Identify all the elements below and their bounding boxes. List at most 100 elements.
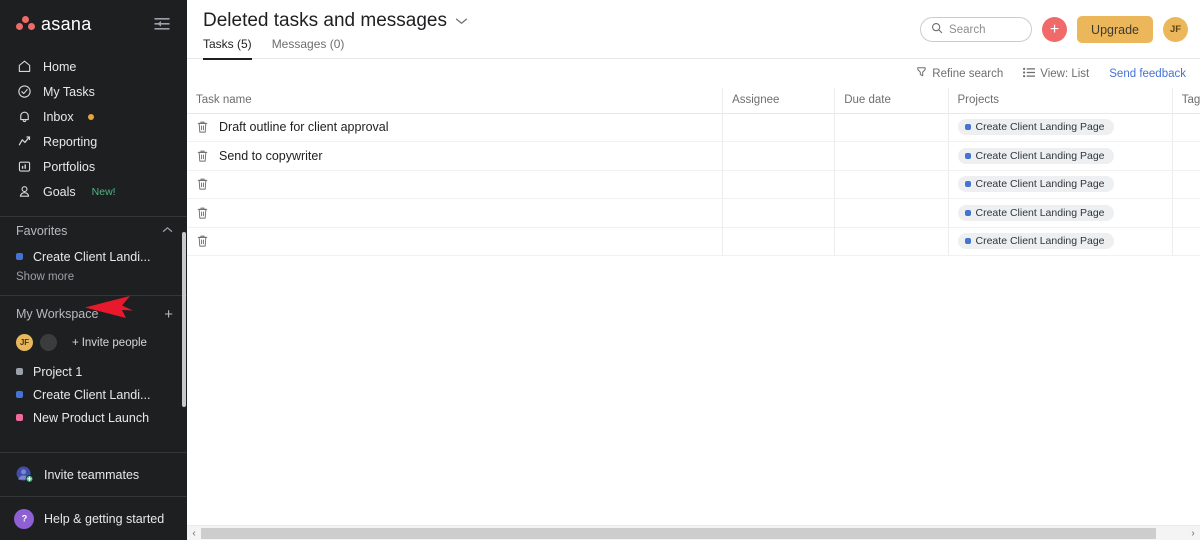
check-circle-icon bbox=[16, 84, 32, 100]
sidebar-item-label: My Tasks bbox=[43, 84, 95, 99]
project-chip[interactable]: Create Client Landing Page bbox=[957, 119, 1114, 136]
send-feedback-link[interactable]: Send feedback bbox=[1109, 68, 1186, 80]
help-getting-started-button[interactable]: ? Help & getting started bbox=[0, 496, 187, 540]
scrollbar-thumb[interactable] bbox=[201, 527, 1157, 539]
sidebar-item-goals[interactable]: Goals New! bbox=[0, 179, 187, 204]
cell-due-date[interactable] bbox=[834, 227, 949, 256]
cell-assignee[interactable] bbox=[722, 113, 836, 142]
search-input[interactable]: Search bbox=[920, 17, 1033, 42]
column-header-task-name[interactable]: Task name bbox=[187, 88, 724, 114]
invite-teammates-button[interactable]: Invite teammates bbox=[0, 452, 187, 496]
asana-app-window: asana Home My Tasks Inbox Reporting Port… bbox=[0, 0, 1200, 540]
trash-icon[interactable] bbox=[196, 120, 209, 134]
favorite-project-item[interactable]: Create Client Landi... bbox=[0, 245, 187, 268]
page-title: Deleted tasks and messages bbox=[203, 10, 447, 31]
invite-people-button[interactable]: + Invite people bbox=[72, 337, 147, 349]
table-row[interactable]: Draft outline for client approval Create … bbox=[187, 113, 1200, 142]
cell-projects[interactable]: Create Client Landing Page bbox=[948, 141, 1173, 171]
column-header-assignee[interactable]: Assignee bbox=[722, 88, 836, 114]
sidebar-item-portfolios[interactable]: Portfolios bbox=[0, 154, 187, 179]
cell-tags[interactable] bbox=[1172, 198, 1200, 228]
trash-icon[interactable] bbox=[196, 206, 209, 220]
cell-tags[interactable] bbox=[1172, 170, 1200, 199]
refine-search-button[interactable]: Refine search bbox=[916, 66, 1003, 81]
project-chip[interactable]: Create Client Landing Page bbox=[957, 147, 1114, 164]
cell-tags[interactable] bbox=[1172, 227, 1200, 256]
sidebar-project-item[interactable]: Project 1 bbox=[0, 360, 187, 383]
project-chip[interactable]: Create Client Landing Page bbox=[957, 176, 1114, 193]
cell-projects[interactable]: Create Client Landing Page bbox=[948, 113, 1173, 142]
scroll-left-arrow-icon[interactable]: ‹ bbox=[187, 526, 201, 540]
cell-projects[interactable]: Create Client Landing Page bbox=[948, 198, 1173, 228]
cell-tags[interactable] bbox=[1172, 113, 1200, 142]
add-workspace-item-icon[interactable]: + bbox=[164, 306, 173, 323]
tasks-table-container: Task name Assignee Due date Projects Tag… bbox=[187, 88, 1200, 540]
collapse-sidebar-icon[interactable] bbox=[151, 13, 173, 35]
cell-due-date[interactable] bbox=[834, 113, 949, 142]
chevron-up-icon[interactable] bbox=[162, 226, 173, 237]
horizontal-scrollbar[interactable]: ‹ › bbox=[187, 525, 1200, 540]
bell-icon bbox=[16, 109, 32, 125]
cell-projects[interactable]: Create Client Landing Page bbox=[948, 227, 1173, 256]
table-row[interactable]: Send to copywriter Create Client Landing … bbox=[187, 141, 1200, 171]
asana-logo[interactable]: asana bbox=[16, 14, 92, 35]
column-header-due-date[interactable]: Due date bbox=[834, 88, 949, 114]
favorites-section-header[interactable]: Favorites bbox=[0, 217, 187, 245]
sidebar-item-home[interactable]: Home bbox=[0, 54, 187, 79]
sidebar-scrollbar-thumb[interactable] bbox=[182, 232, 186, 407]
cell-task-name[interactable]: Draft outline for client approval bbox=[187, 113, 724, 142]
trash-icon[interactable] bbox=[196, 149, 209, 163]
cell-assignee[interactable] bbox=[722, 227, 836, 256]
cell-assignee[interactable] bbox=[722, 170, 836, 199]
cell-due-date[interactable] bbox=[834, 198, 949, 228]
cell-task-name[interactable] bbox=[187, 170, 724, 199]
table-row[interactable]: Create Client Landing Page bbox=[187, 227, 1200, 256]
cell-assignee[interactable] bbox=[722, 198, 836, 228]
column-header-tags[interactable]: Tags bbox=[1172, 88, 1200, 114]
chevron-down-icon[interactable] bbox=[455, 8, 468, 34]
inbox-unread-dot bbox=[87, 113, 94, 120]
workspace-members-row: JF + Invite people bbox=[0, 328, 187, 354]
goals-new-badge: New! bbox=[91, 185, 116, 198]
sidebar-divider-2 bbox=[0, 295, 187, 296]
upgrade-button[interactable]: Upgrade bbox=[1077, 16, 1153, 43]
tab-messages[interactable]: Messages (0) bbox=[272, 37, 345, 60]
cell-due-date[interactable] bbox=[834, 141, 949, 171]
avatar[interactable] bbox=[40, 334, 57, 351]
sidebar-project-item[interactable]: Create Client Landi... bbox=[0, 383, 187, 406]
tab-tasks[interactable]: Tasks (5) bbox=[203, 37, 252, 60]
project-chip[interactable]: Create Client Landing Page bbox=[957, 204, 1114, 221]
trash-icon[interactable] bbox=[196, 234, 209, 248]
cell-task-name[interactable]: Send to copywriter bbox=[187, 141, 724, 171]
sidebar-project-label: Project 1 bbox=[33, 364, 83, 379]
cell-projects[interactable]: Create Client Landing Page bbox=[948, 170, 1173, 199]
filter-icon bbox=[916, 66, 927, 81]
view-selector[interactable]: View: List bbox=[1023, 67, 1089, 81]
table-row[interactable]: Create Client Landing Page bbox=[187, 170, 1200, 199]
avatar[interactable]: JF bbox=[16, 334, 33, 351]
create-button[interactable]: + bbox=[1042, 17, 1068, 42]
search-placeholder: Search bbox=[949, 23, 986, 36]
cell-tags[interactable] bbox=[1172, 141, 1200, 171]
show-more-favorites-button[interactable]: Show more bbox=[0, 268, 187, 283]
trash-icon[interactable] bbox=[196, 177, 209, 191]
project-color-dot bbox=[964, 124, 971, 131]
cell-due-date[interactable] bbox=[834, 170, 949, 199]
scroll-right-arrow-icon[interactable]: › bbox=[1186, 526, 1200, 540]
user-avatar[interactable]: JF bbox=[1163, 17, 1188, 42]
sidebar-item-my-tasks[interactable]: My Tasks bbox=[0, 79, 187, 104]
column-header-projects[interactable]: Projects bbox=[948, 88, 1173, 114]
sidebar-item-reporting[interactable]: Reporting bbox=[0, 129, 187, 154]
cell-task-name[interactable] bbox=[187, 227, 724, 256]
project-color-dot bbox=[964, 152, 971, 159]
cell-task-name[interactable] bbox=[187, 198, 724, 228]
table-row[interactable]: Create Client Landing Page bbox=[187, 198, 1200, 228]
sidebar-project-item[interactable]: New Product Launch bbox=[0, 406, 187, 429]
scrollbar-track[interactable] bbox=[201, 527, 1186, 540]
tasks-table: Task name Assignee Due date Projects Tag… bbox=[187, 88, 1200, 256]
table-header: Task name Assignee Due date Projects Tag… bbox=[187, 88, 1200, 114]
project-chip[interactable]: Create Client Landing Page bbox=[957, 233, 1114, 250]
cell-assignee[interactable] bbox=[722, 141, 836, 171]
workspace-title: My Workspace bbox=[16, 307, 99, 321]
sidebar-item-inbox[interactable]: Inbox bbox=[0, 104, 187, 129]
